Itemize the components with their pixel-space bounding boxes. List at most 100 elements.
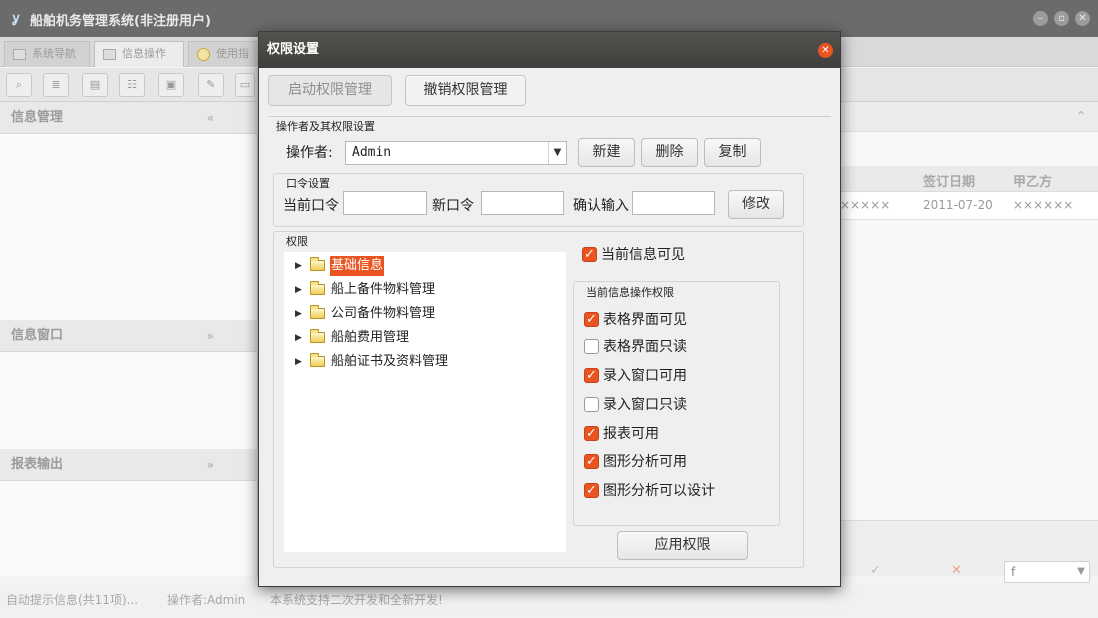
checkbox-checked-icon xyxy=(584,310,599,330)
tab-label: 信息操作 xyxy=(122,47,166,60)
monitor-icon xyxy=(13,48,26,60)
edit-icon[interactable]: ✎ xyxy=(198,73,224,97)
permission-section-label: 权限 xyxy=(284,233,310,249)
panel-title: 信息管理 xyxy=(11,110,64,125)
expand-arrow-icon[interactable]: ▶ xyxy=(295,256,302,276)
ship-logo-icon: ỿ xyxy=(12,11,20,26)
expand-arrow-icon[interactable]: ▶ xyxy=(295,328,302,348)
folder-icon xyxy=(310,305,325,319)
expand-arrow-icon[interactable]: ▶ xyxy=(295,280,302,300)
checkbox-label: 图形分析可以设计 xyxy=(603,483,715,499)
tree-item-label: 船舶证书及资料管理 xyxy=(331,354,449,369)
collapse-icon[interactable]: « xyxy=(207,102,214,134)
checkbox-label: 图形分析可用 xyxy=(603,454,687,470)
status-bar: 自动提示信息(共11项)... 操作者:Admin 本系统支持二次开发和全新开发… xyxy=(0,585,1098,618)
status-operator: 操作者:Admin xyxy=(167,593,246,607)
close-main-button[interactable]: ✕ xyxy=(1075,11,1090,26)
chevron-up-icon[interactable]: ⌃ xyxy=(1076,109,1086,123)
table-row[interactable]: ××××× 2011-07-20 ×××××× xyxy=(840,192,1098,220)
checkbox-unchecked-icon xyxy=(584,397,599,412)
folder-icon xyxy=(310,329,325,343)
column-header[interactable]: 签订日期 xyxy=(923,171,975,190)
tree-item-label: 船上备件物料管理 xyxy=(331,282,436,297)
permission-tree: ▶ 基础信息 ▶ 船上备件物料管理 ▶ 公司备件物料管理 ▶ 船舶费用管理 ▶ … xyxy=(284,252,566,552)
expand-icon[interactable]: » xyxy=(207,320,214,352)
left-pane: 信息管理 « 信息窗口 » 报表输出 » xyxy=(0,102,258,576)
checkbox-checked-icon xyxy=(584,366,599,386)
folder-icon xyxy=(310,353,325,367)
help-circle-icon xyxy=(197,47,210,61)
current-password-label: 当前口令 xyxy=(283,198,339,214)
print-icon[interactable]: ▭ xyxy=(235,73,255,97)
tree-item-label: 公司备件物料管理 xyxy=(331,306,436,321)
document-icon[interactable]: ▤ xyxy=(82,73,108,97)
ops-section-label: 当前信息操作权限 xyxy=(584,284,676,300)
tab-label: 使用指 xyxy=(216,47,249,60)
checkbox-unchecked-icon xyxy=(584,339,599,354)
checkbox-checked-icon xyxy=(584,424,599,444)
export-icon[interactable]: ▣ xyxy=(158,73,184,97)
panel-title: 报表输出 xyxy=(11,457,64,472)
table-cell: ××××× xyxy=(840,198,891,212)
folder-icon xyxy=(310,281,325,295)
panel-report-output[interactable]: 报表输出 » xyxy=(0,449,258,481)
current-password-field[interactable] xyxy=(343,191,427,215)
check-icon[interactable]: ✓ xyxy=(870,563,881,578)
panel-info-window[interactable]: 信息窗口 » xyxy=(0,320,258,352)
tree-item-label: 基础信息 xyxy=(330,256,385,276)
panel-info-manage[interactable]: 信息管理 « xyxy=(0,102,258,134)
grid-icon xyxy=(103,48,116,60)
list-icon[interactable]: ≣ xyxy=(43,73,69,97)
operator-select[interactable]: Admin ▼ xyxy=(345,141,567,165)
folder-icon xyxy=(310,257,325,271)
grid-header: 签订日期 甲乙方 xyxy=(840,166,1098,192)
status-message: 本系统支持二次开发和全新开发! xyxy=(270,593,443,607)
copy-operator-button[interactable]: 复制 xyxy=(704,138,761,167)
permission-dialog: 权限设置 ✕ 启动权限管理 撤销权限管理 操作者及其权限设置 操作者: Admi… xyxy=(258,31,841,587)
modify-password-button[interactable]: 修改 xyxy=(728,190,784,219)
tab-divider xyxy=(268,116,831,117)
checkbox-label: 录入窗口可用 xyxy=(603,368,687,384)
checkbox-label: 当前信息可见 xyxy=(601,247,685,263)
checkbox-label: 表格界面只读 xyxy=(603,339,687,355)
table-cell: 2011-07-20 xyxy=(923,198,993,212)
apply-permission-button[interactable]: 应用权限 xyxy=(617,531,748,560)
users-icon[interactable]: ☷ xyxy=(119,73,145,97)
right-pane-header: ⌃ xyxy=(840,102,1098,132)
expand-arrow-icon[interactable]: ▶ xyxy=(295,304,302,324)
close-icon[interactable]: ✕ xyxy=(818,43,833,58)
combo-value: f xyxy=(1011,565,1016,579)
new-operator-button[interactable]: 新建 xyxy=(578,138,635,167)
tab-system-nav[interactable]: 系统导航 xyxy=(4,41,90,67)
maximize-button[interactable]: ▫ xyxy=(1054,11,1069,26)
enable-permission-tab[interactable]: 启动权限管理 xyxy=(268,75,392,106)
delete-operator-button[interactable]: 删除 xyxy=(641,138,698,167)
operator-value: Admin xyxy=(352,145,392,160)
checkbox-checked-icon xyxy=(584,481,599,501)
expand-arrow-icon[interactable]: ▶ xyxy=(295,352,302,372)
dialog-title: 权限设置 xyxy=(267,42,320,57)
new-password-field[interactable] xyxy=(481,191,564,215)
checkbox-checked-icon xyxy=(582,245,597,265)
checkbox-label: 报表可用 xyxy=(603,426,659,442)
confirm-password-label: 确认输入 xyxy=(573,198,629,214)
column-header[interactable]: 甲乙方 xyxy=(1013,171,1052,190)
tree-item-label: 船舶费用管理 xyxy=(331,330,410,345)
password-section-label: 口令设置 xyxy=(284,175,332,191)
chevron-down-icon: ▼ xyxy=(548,142,566,164)
checkbox-label: 录入窗口只读 xyxy=(603,397,687,413)
expand-icon[interactable]: » xyxy=(207,449,214,481)
checkbox-label: 表格界面可见 xyxy=(603,312,687,328)
tab-info-operation[interactable]: 信息操作 xyxy=(94,41,184,67)
chevron-down-icon: ▼ xyxy=(1077,566,1085,577)
checkbox-checked-icon xyxy=(584,452,599,472)
revoke-permission-tab[interactable]: 撤销权限管理 xyxy=(405,75,526,106)
tab-usage-guide[interactable]: 使用指 xyxy=(188,41,260,67)
cancel-icon[interactable]: ✕ xyxy=(951,563,962,578)
search-icon[interactable]: ⌕ xyxy=(6,73,32,97)
operator-label: 操作者: xyxy=(286,145,333,161)
minimize-button[interactable]: – xyxy=(1033,11,1048,26)
bottom-combo[interactable]: f ▼ xyxy=(1004,561,1090,583)
confirm-password-field[interactable] xyxy=(632,191,715,215)
new-password-label: 新口令 xyxy=(432,198,474,214)
